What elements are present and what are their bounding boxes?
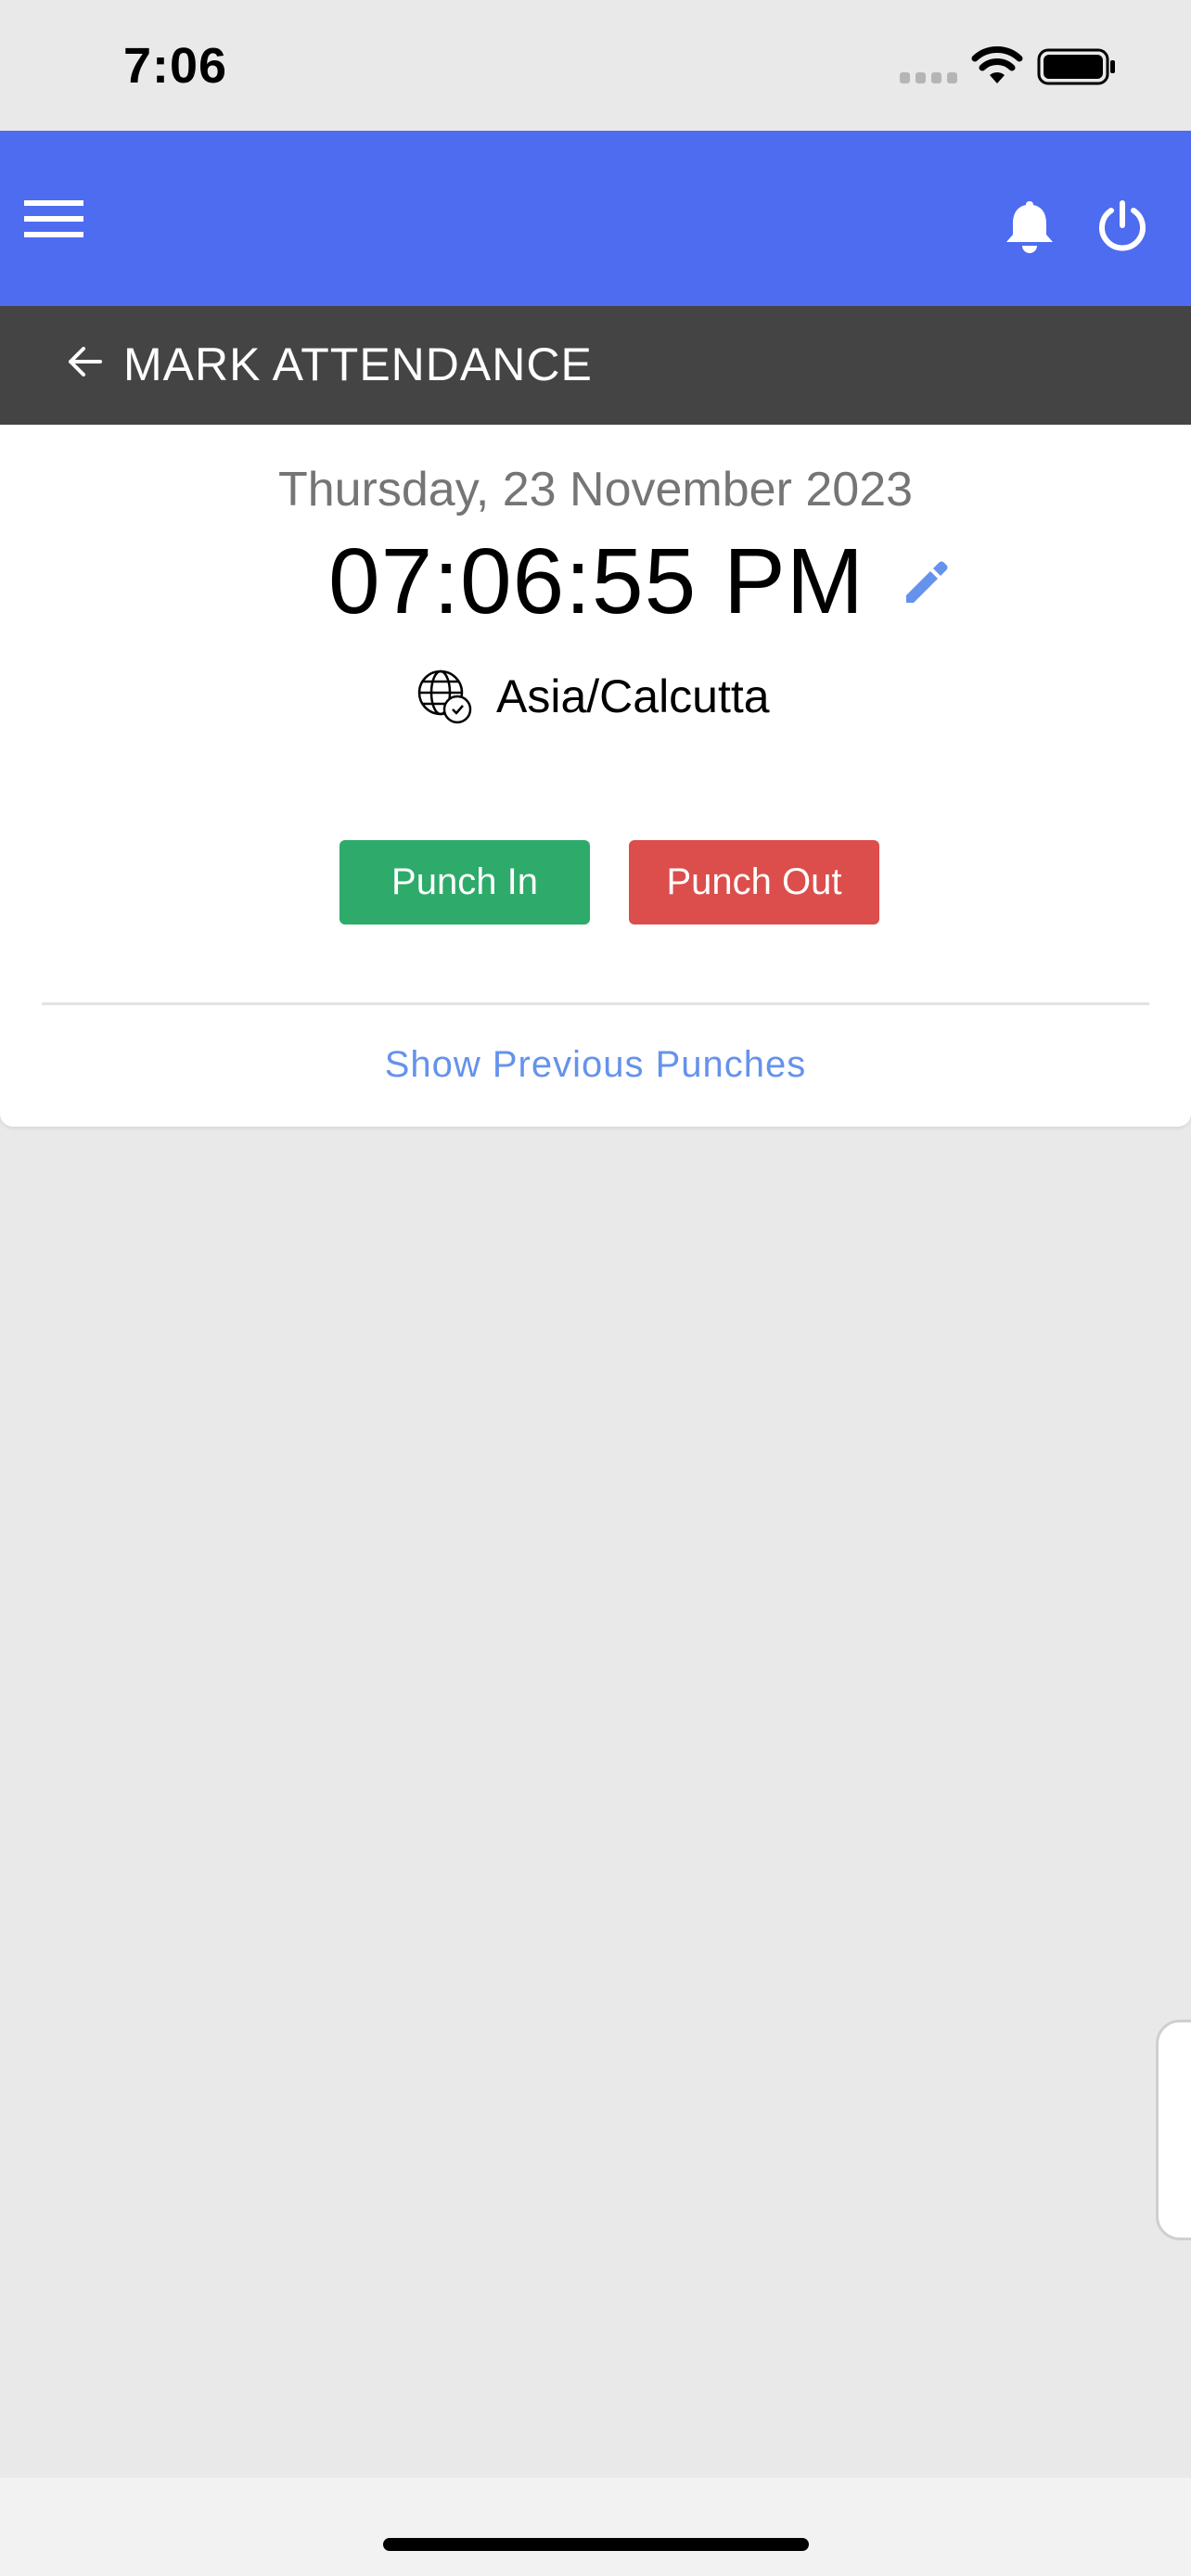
back-arrow-icon[interactable] xyxy=(65,343,104,380)
divider xyxy=(42,1002,1149,1005)
globe-clock-icon xyxy=(417,670,472,724)
sub-header: MARK ATTENDANCE xyxy=(0,306,1191,425)
show-previous-punches-link[interactable]: Show Previous Punches xyxy=(0,1044,1191,1086)
side-drawer-handle[interactable] xyxy=(1156,2020,1191,2240)
punch-out-button[interactable]: Punch Out xyxy=(629,840,879,925)
timezone-label: Asia/Calcutta xyxy=(496,670,770,722)
home-indicator[interactable] xyxy=(383,2538,809,2551)
edit-pencil-icon[interactable] xyxy=(901,556,953,608)
menu-icon[interactable] xyxy=(24,197,85,241)
bottom-safe-area xyxy=(0,2478,1191,2576)
page-title: MARK ATTENDANCE xyxy=(123,338,593,390)
status-bar: 7:06 xyxy=(0,0,1191,131)
time-label: 07:06:55 PM xyxy=(328,529,865,633)
screen: 7:06 MARK ATTENDANCE Thursday, 23 Novemb… xyxy=(0,0,1191,2576)
date-label: Thursday, 23 November 2023 xyxy=(277,463,914,516)
attendance-card: Thursday, 23 November 2023 07:06:55 PM A… xyxy=(0,425,1191,1127)
status-time: 7:06 xyxy=(123,38,228,94)
battery-icon xyxy=(1037,48,1115,85)
cellular-signal-icon xyxy=(900,72,957,83)
app-bar xyxy=(0,131,1191,306)
power-icon[interactable] xyxy=(1096,199,1148,253)
wifi-icon xyxy=(971,46,1023,83)
bell-icon[interactable] xyxy=(1001,198,1058,255)
punch-in-button[interactable]: Punch In xyxy=(339,840,590,925)
